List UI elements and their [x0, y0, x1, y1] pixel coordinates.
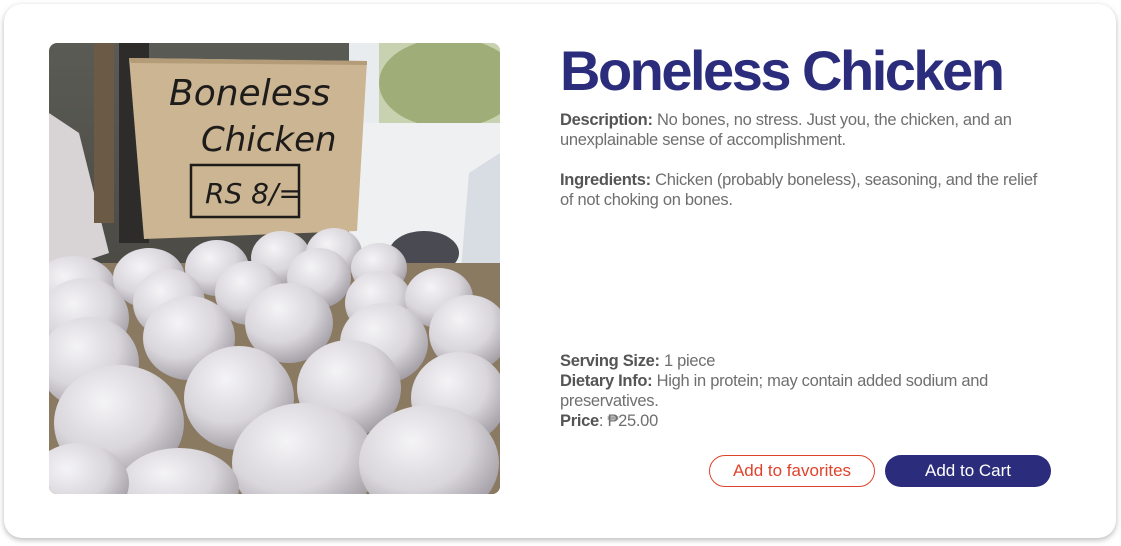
- product-title: Boneless Chicken: [560, 39, 1005, 102]
- add-to-cart-button[interactable]: Add to Cart: [885, 455, 1051, 487]
- product-info: Boneless Chicken Description: No bones, …: [560, 40, 1060, 210]
- serving-size-label: Serving Size:: [560, 352, 660, 370]
- dietary-info-label: Dietary Info:: [560, 372, 653, 390]
- ingredients-label: Ingredients:: [560, 171, 651, 189]
- price: Price: ₱25.00: [560, 411, 1040, 431]
- product-image: Boneless Chicken RS 8/=: [49, 43, 500, 494]
- svg-text:RS 8/=: RS 8/=: [205, 177, 302, 210]
- description-label: Description:: [560, 111, 653, 129]
- svg-text:Boneless: Boneless: [169, 73, 330, 114]
- product-description: Description: No bones, no stress. Just y…: [560, 110, 1040, 150]
- product-ingredients: Ingredients: Chicken (probably boneless)…: [560, 170, 1040, 210]
- dietary-info: Dietary Info: High in protein; may conta…: [560, 371, 1040, 411]
- serving-size: Serving Size: 1 piece: [560, 351, 1040, 371]
- price-label: Price: [560, 412, 599, 430]
- product-facts: Serving Size: 1 piece Dietary Info: High…: [560, 351, 1040, 431]
- price-value: : ₱25.00: [598, 412, 658, 430]
- serving-size-value: 1 piece: [659, 352, 716, 370]
- svg-text:Chicken: Chicken: [201, 120, 337, 160]
- add-to-favorites-button[interactable]: Add to favorites: [709, 455, 875, 487]
